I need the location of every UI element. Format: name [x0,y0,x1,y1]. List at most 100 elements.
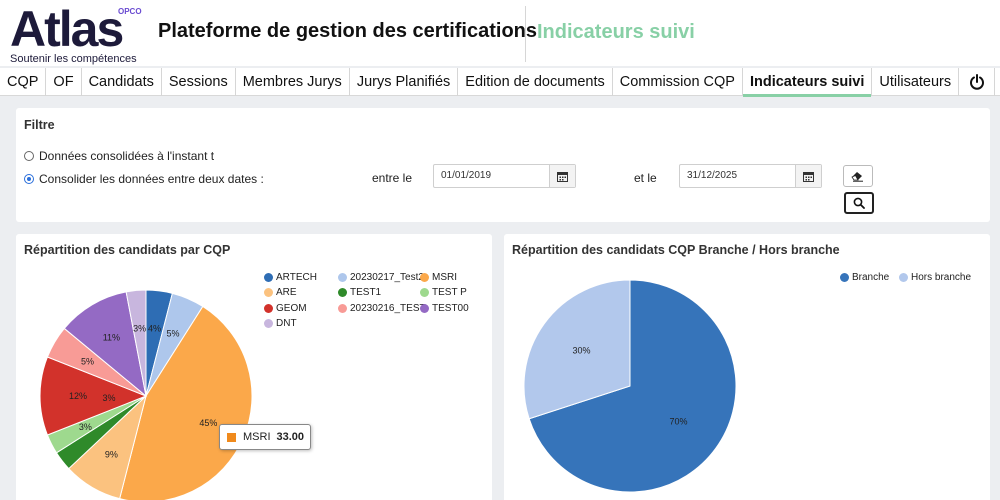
option-range-row[interactable]: Consolider les données entre deux dates … [24,172,264,186]
app-title: Plateforme de gestion des certifications [158,20,537,42]
nav-tab-commission-cqp[interactable]: Commission CQP [613,68,743,96]
legend-swatch [420,288,429,298]
calendar-icon [803,171,814,182]
search-icon [853,197,865,209]
legend-item-dnt[interactable]: DNT [264,318,297,329]
tooltip-value: 33.00 [276,431,305,443]
legend-swatch [420,303,429,313]
slice-label: 12% [69,391,87,401]
nav-tab-sessions[interactable]: Sessions [162,68,236,96]
chart1-tooltip: MSRI 33.00 [219,424,311,450]
chart1-title: Répartition des candidats par CQP [24,243,231,257]
legend-swatch [338,288,347,298]
section-title: Indicateurs suivi [537,21,695,43]
tooltip-swatch [227,432,236,442]
end-date-value[interactable]: 31/12/2025 [680,165,795,187]
legend-swatch [840,273,849,282]
logout-button[interactable] [959,68,996,96]
radio-range[interactable] [24,174,34,184]
legend-item-msri[interactable]: MSRI [420,272,457,283]
nav-tab-candidats[interactable]: Candidats [82,68,162,96]
logo-word: Atlas [10,1,124,57]
legend-item-are[interactable]: ARE [264,287,297,298]
slice-label: 3% [133,323,146,333]
slice-label: 70% [670,416,688,426]
filter-panel: Filtre Données consolidées à l'instant t… [16,108,990,222]
legend-item-hors-branche[interactable]: Hors branche [899,272,971,283]
nav-tab-of[interactable]: OF [46,68,82,96]
slice-label: 3% [79,422,92,432]
chart2-legend: Branche Hors branche [840,272,990,288]
start-date-field[interactable]: 01/01/2019 [433,164,576,188]
legend-item-artech[interactable]: ARTECH [264,272,317,283]
option-instant-row[interactable]: Données consolidées à l'instant t [24,149,214,163]
nav-tab-indicateurs-suivi[interactable]: Indicateurs suivi [742,68,873,97]
nav-tab-membres-jurys[interactable]: Membres Jurys [236,68,350,96]
logo-tagline: Soutenir les compétences [10,53,137,65]
eraser-icon [851,172,863,182]
between-label: entre le [372,171,413,185]
nav-tab-cqp[interactable]: CQP [0,68,47,96]
start-date-picker-button[interactable] [549,165,575,187]
legend-swatch [264,303,273,313]
legend-label: TEST00 [432,302,469,314]
legend-label: 20230217_Test2 [350,272,424,283]
end-date-picker-button[interactable] [795,165,821,187]
chart1-pie: 4% 5% 45% 9% 3% 12% 5% 11% 3% 3% [39,289,253,500]
slice-label: 45% [199,418,217,428]
slice-label: 30% [572,346,590,356]
end-date-field[interactable]: 31/12/2025 [679,164,822,188]
chart1-legend: ARTECH 20230217_Test2 MSRI ARE TEST1 TEST P GE… [264,272,484,332]
radio-instant[interactable] [24,151,34,161]
slice-label: 5% [81,356,94,366]
nav-tab-jurys-planifies[interactable]: Jurys Planifiés [350,68,459,96]
nav-tab-edition-documents[interactable]: Edition de documents [458,68,613,96]
legend-label: ARE [276,287,297,299]
legend-label: TEST P [432,287,467,299]
slice-label: 11% [103,332,120,342]
legend-label: ARTECH [276,272,317,283]
legend-item-test-p[interactable]: TEST P [420,287,467,298]
option-instant-label: Données consolidées à l'instant t [39,149,215,163]
chart-candidats-par-cqp: Répartition des candidats par CQP 4% 5% 45… [16,234,492,500]
legend-swatch [338,303,347,313]
legend-swatch [264,318,273,328]
atlas-logo[interactable]: Atlas OPCO Soutenir les compétences [8,1,148,65]
chart2-title: Répartition des candidats CQP Branche / … [512,243,840,257]
slice-label: 4% [148,324,161,334]
legend-item-20230216-test[interactable]: 20230216_TEST [338,303,426,314]
legend-swatch [338,273,347,282]
legend-label: Branche [852,272,890,283]
legend-item-branche[interactable]: Branche [840,272,889,283]
chart-branche-hors-branche: Répartition des candidats CQP Branche / … [504,234,990,500]
clear-filter-button[interactable] [843,165,873,187]
slice-label: 3% [102,393,115,403]
power-icon [969,74,984,90]
and-label: et le [634,171,657,185]
tooltip-name: MSRI [243,431,271,443]
logo-opco: OPCO [118,7,142,16]
legend-label: 20230216_TEST [350,302,426,314]
option-range-label: Consolider les données entre deux dates … [39,172,264,186]
legend-swatch [264,273,273,282]
nav-tab-utilisateurs[interactable]: Utilisateurs [872,68,960,96]
legend-label: MSRI [432,272,457,283]
title-divider [525,6,526,62]
main-nav: CQP OF Candidats Sessions Membres Jurys … [0,68,1000,97]
chart2-pie: 70% 30% [523,279,737,493]
calendar-icon [557,171,568,182]
legend-label: GEOM [276,302,307,314]
legend-label: Hors branche [911,272,972,283]
legend-item-geom[interactable]: GEOM [264,303,307,314]
slice-label: 5% [166,329,179,339]
legend-item-20230217-test2[interactable]: 20230217_Test2 [338,272,424,283]
legend-label: DNT [276,317,297,329]
slice-label: 9% [105,450,118,460]
legend-label: TEST1 [350,287,382,299]
legend-item-test1[interactable]: TEST1 [338,287,381,298]
search-button[interactable] [844,192,874,214]
start-date-value[interactable]: 01/01/2019 [434,165,549,187]
filter-title: Filtre [24,118,55,132]
legend-swatch [420,273,429,282]
legend-item-test00[interactable]: TEST00 [420,303,469,314]
